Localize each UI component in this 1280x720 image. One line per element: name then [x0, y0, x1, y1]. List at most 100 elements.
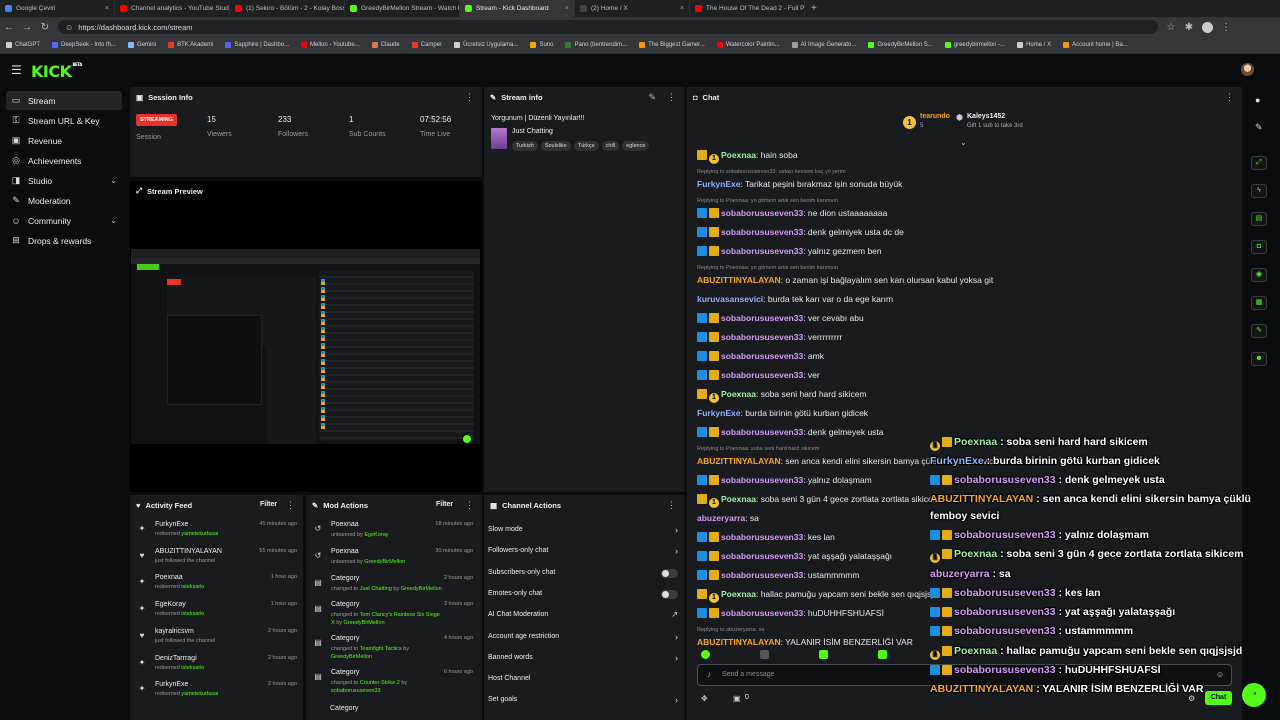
chevron-right-icon[interactable]: › [675, 653, 678, 663]
bookmark-item[interactable]: Home / X [1017, 42, 1051, 48]
back-icon[interactable]: ← [4, 22, 14, 33]
expand-gifters-icon[interactable]: ⌄ [960, 138, 967, 147]
bookmark-item[interactable]: Watercolor Paintin... [716, 42, 780, 48]
activity-user[interactable]: FurkynExe [155, 681, 188, 688]
edit-stream-info-icon[interactable]: ✎ [648, 92, 656, 103]
mic-icon[interactable]: ♪ [707, 670, 711, 679]
bookmark-item[interactable]: The Biggest Gamer... [639, 42, 705, 48]
activity-user[interactable]: Poexnaa [155, 574, 183, 581]
channel-action-account-age-restriction[interactable]: Account age restriction › [488, 632, 678, 647]
chevron-right-icon[interactable]: › [675, 695, 678, 705]
activity-user[interactable]: ABUZITTINYALAYAN [155, 548, 222, 555]
channel-actions-menu-icon[interactable]: ⋮ [667, 500, 676, 511]
calendar-icon[interactable]: ▦ [1251, 296, 1267, 310]
chat-username[interactable]: sobaborususeven33 [721, 608, 803, 618]
send-chat-button[interactable]: Chat [1205, 691, 1232, 705]
channel-action-followers-only-chat[interactable]: Followers-only chat › [488, 546, 678, 561]
chat-username[interactable]: sobaborususeven33 [721, 208, 803, 218]
chat-username[interactable]: sobaborususeven33 [721, 475, 803, 485]
chat-username[interactable]: abuzeryarra [697, 513, 745, 523]
chat-username[interactable]: sobaborususeven33 [721, 227, 803, 237]
stream-tag[interactable]: Turkish [512, 141, 538, 151]
channel-action-banned-words[interactable]: Banned words › [488, 653, 678, 668]
chat-username[interactable]: ABUZITTINYALAYAN [697, 637, 781, 647]
browser-tab[interactable]: GreedyBirMellon Stream - Watch L× [345, 0, 460, 17]
channel-action-host-channel[interactable]: Host Channel [488, 675, 678, 689]
bookmark-item[interactable]: Sapphire | Dashbo... [225, 42, 289, 48]
bookmark-item[interactable]: greedybirmellon -... [944, 42, 1005, 48]
url-input[interactable]: ⊙ https://dashboard.kick.com/stream [58, 20, 1158, 34]
close-tab-icon[interactable]: × [565, 5, 569, 12]
close-tab-icon[interactable]: × [105, 5, 109, 12]
wrench-icon[interactable]: ✎ [1251, 324, 1267, 338]
bookmark-item[interactable]: AI Image Generato... [791, 42, 856, 48]
browser-menu-icon[interactable]: ⋮ [1221, 22, 1231, 33]
chevron-down-icon[interactable]: ⌄ [110, 176, 117, 185]
channel-action-set-goals[interactable]: Set goals › [488, 695, 678, 710]
chat-username[interactable]: ABUZITTINYALAYAN [697, 456, 781, 466]
emote-icon[interactable] [819, 650, 828, 659]
external-link-icon[interactable]: ↗ [671, 610, 678, 619]
hamburger-menu-icon[interactable]: ☰ [11, 63, 22, 77]
channel-action-slow-mode[interactable]: Slow mode › [488, 525, 678, 540]
people-icon[interactable]: ☻ [1251, 352, 1267, 366]
browser-tab[interactable]: (1) Sekiro - Bölüm - 2 - Kolay Boss× [230, 0, 345, 17]
stream-tag[interactable]: Türkçe [573, 141, 599, 151]
chat-username[interactable]: sobaborususeven33 [721, 570, 803, 580]
chat-username[interactable]: sobaborususeven33 [721, 246, 803, 256]
bookmark-item[interactable]: GreedyBirMellon S... [868, 42, 933, 48]
emote-icon[interactable] [760, 650, 769, 659]
profile-avatar[interactable] [1202, 21, 1213, 33]
emoji-icon[interactable]: ☺ [1216, 670, 1224, 679]
new-tab-icon[interactable]: + [805, 3, 823, 14]
mod-filter-button[interactable]: Filter [436, 501, 453, 508]
sidebar-item-achievements[interactable]: ◎ Achievements [6, 151, 122, 170]
emote-icon[interactable] [878, 650, 887, 659]
toggle-switch[interactable] [661, 568, 678, 578]
bookmark-item[interactable]: BTK Akademi [168, 42, 213, 48]
session-menu-icon[interactable]: ⋮ [465, 92, 474, 103]
bolt-icon[interactable]: ϟ [1251, 184, 1267, 198]
sidebar-item-revenue[interactable]: ▣ Revenue [6, 131, 122, 150]
sidebar-item-moderation[interactable]: ✎ Moderation [6, 191, 122, 210]
info-circle-icon[interactable]: ● [1255, 95, 1260, 105]
edit-icon[interactable]: ✎ [1255, 122, 1263, 133]
browser-tab[interactable]: Stream - Kick Dashboard × [460, 0, 575, 17]
chat-bubble-icon[interactable]: ◘ [1251, 240, 1267, 254]
channel-action-emotes-only-chat[interactable]: Emotes-only chat [488, 589, 678, 604]
chevron-right-icon[interactable]: › [675, 546, 678, 556]
stream-preview-video[interactable] [131, 249, 480, 444]
mod-menu-icon[interactable]: ⋮ [465, 500, 474, 511]
extensions-icon[interactable]: ✱ [1184, 22, 1194, 33]
chat-username[interactable]: Poexnaa [721, 589, 756, 599]
stream-tag[interactable]: Soulslike [540, 141, 571, 151]
chat-menu-icon[interactable]: ⋮ [1225, 92, 1234, 103]
stream-tag[interactable]: chill [601, 141, 620, 151]
chat-username[interactable]: Poexnaa [721, 389, 756, 399]
activity-user[interactable]: DenizTarrragi [155, 655, 197, 662]
toggle-switch[interactable] [661, 589, 678, 599]
chat-username[interactable]: sobaborususeven33 [721, 370, 803, 380]
help-button[interactable]: ◔ [1242, 683, 1266, 707]
browser-tab[interactable]: Channel analytics - YouTube Studio× [115, 0, 230, 17]
browser-tab[interactable]: (2) Home / X × [575, 0, 690, 17]
bookmark-item[interactable]: ChatGPT [6, 42, 40, 48]
sidebar-item-community[interactable]: ☺ Community ⌄ [6, 211, 122, 230]
chat-username[interactable]: Poexnaa [721, 150, 756, 160]
chat-username[interactable]: ABUZITTINYALAYAN [697, 275, 781, 285]
browser-tab[interactable]: Google Çeviri × [0, 0, 115, 17]
channel-action-subscribers-only-chat[interactable]: Subscribers-only chat [488, 568, 678, 583]
chat-username[interactable]: sobaborususeven33 [721, 551, 803, 561]
stream-tag[interactable]: eglence [622, 141, 650, 151]
clipboard-icon[interactable]: ▤ [1251, 212, 1267, 226]
chat-username[interactable]: sobaborususeven33 [721, 313, 803, 323]
activity-user[interactable]: FurkynExe [155, 521, 188, 528]
chevron-right-icon[interactable]: › [675, 525, 678, 535]
user-avatar[interactable] [1241, 63, 1254, 76]
bookmark-item[interactable]: Account home | Ba... [1063, 42, 1128, 48]
chat-username[interactable]: FurkynExe [697, 408, 740, 418]
stream-category[interactable]: Just Chatting [512, 128, 553, 135]
bookmark-item[interactable]: Suno [530, 42, 553, 48]
reload-icon[interactable]: ↻ [40, 22, 50, 33]
chevron-down-icon[interactable]: ⌄ [110, 216, 117, 225]
